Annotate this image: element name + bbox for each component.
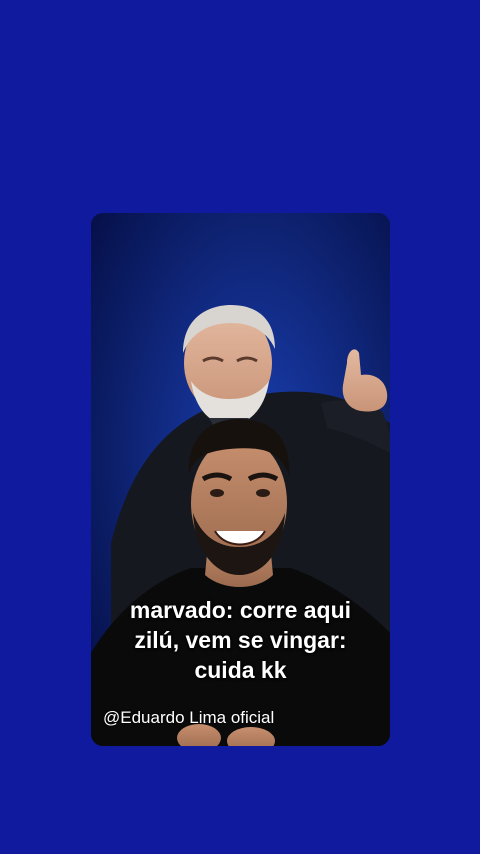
caption-line: marvado: corre aqui: [129, 597, 352, 623]
video-player[interactable]: marvado: corre aqui zilú, vem se vingar:…: [91, 213, 390, 746]
creator-watermark: @Eduardo Lima oficial: [103, 708, 275, 727]
caption-line: cuida kk: [194, 657, 287, 683]
page-background: marvado: corre aqui zilú, vem se vingar:…: [0, 0, 480, 854]
video-caption: marvado: corre aqui zilú, vem se vingar:…: [91, 595, 390, 685]
caption-line: zilú, vem se vingar:: [134, 627, 347, 653]
